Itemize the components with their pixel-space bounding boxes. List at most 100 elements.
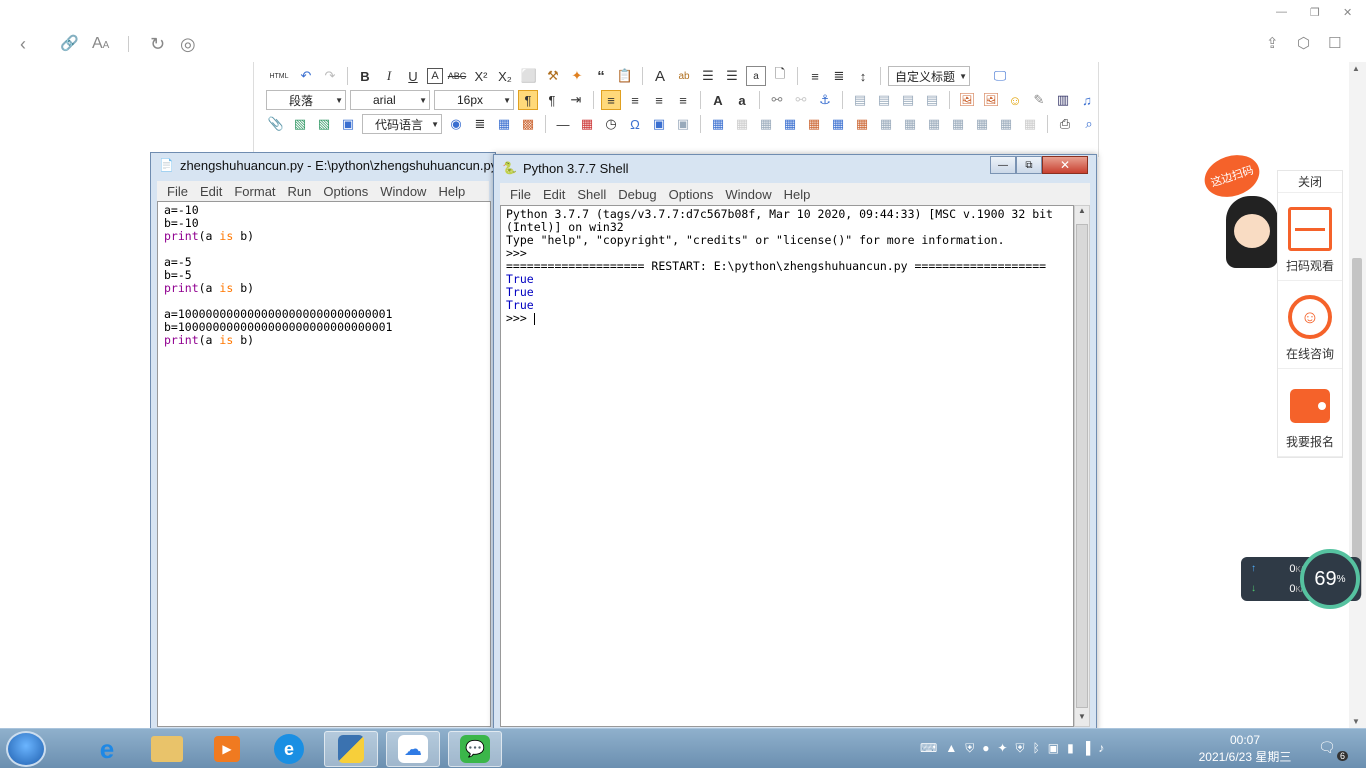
split-cells-icon[interactable]: ▦: [948, 114, 968, 134]
uppercase-icon[interactable]: A: [708, 90, 728, 110]
attachment-icon[interactable]: 📎: [266, 114, 286, 134]
html-source-button[interactable]: HTML: [266, 66, 292, 86]
web-icon[interactable]: ◉: [446, 114, 466, 134]
iframe-icon[interactable]: ▣: [338, 114, 358, 134]
shell-minimize-button[interactable]: —: [990, 156, 1016, 174]
battery-icon[interactable]: ▮: [1067, 741, 1074, 756]
chart-icon[interactable]: ▦: [1020, 114, 1040, 134]
merge-right-icon[interactable]: ▦: [900, 114, 920, 134]
date-icon[interactable]: ▦: [577, 114, 597, 134]
menu-help[interactable]: Help: [432, 184, 471, 199]
refresh-icon[interactable]: ↻: [150, 34, 165, 54]
menu-window[interactable]: Window: [374, 184, 432, 199]
scroll-up-icon[interactable]: ▲: [1076, 206, 1088, 220]
insert-paragraph-icon[interactable]: ▦: [756, 114, 776, 134]
insert-table-icon[interactable]: ▦: [708, 114, 728, 134]
drafts-icon[interactable]: ▣: [673, 114, 693, 134]
unordered-list-icon[interactable]: ☰: [722, 66, 742, 86]
superscript-icon[interactable]: X²: [471, 66, 491, 86]
menu-options[interactable]: Options: [317, 184, 374, 199]
image-left-icon[interactable]: ▤: [850, 90, 870, 110]
font-size-select[interactable]: 16px ▼: [434, 90, 514, 110]
special-char-icon[interactable]: Ω: [625, 114, 645, 134]
wechat-taskbar-icon[interactable]: 💬: [448, 731, 502, 767]
python-taskbar-icon[interactable]: [324, 731, 378, 767]
rtl-direction-icon[interactable]: ¶: [542, 90, 562, 110]
edge-taskbar-icon[interactable]: e: [262, 731, 316, 767]
redo-icon[interactable]: ↷: [320, 66, 340, 86]
custom-title-select[interactable]: 自定义标题 ▼: [888, 66, 970, 86]
delete-table-icon[interactable]: ▦: [732, 114, 752, 134]
clock[interactable]: 00:07 2021/6/23 星期三: [1190, 732, 1300, 766]
paste-icon[interactable]: 📋: [615, 66, 635, 86]
menu-file[interactable]: File: [504, 187, 537, 202]
anchor-text-icon[interactable]: a: [746, 66, 766, 86]
scrawl-icon[interactable]: ✎: [1029, 90, 1049, 110]
time-icon[interactable]: ◷: [601, 114, 621, 134]
split-cols-icon[interactable]: ▦: [996, 114, 1016, 134]
shell-text-area[interactable]: Python 3.7.7 (tags/v3.7.7:d7c567b08f, Ma…: [500, 205, 1074, 727]
delete-row-icon[interactable]: ▦: [804, 114, 824, 134]
shell-input-line[interactable]: >>>: [506, 312, 1068, 325]
link-icon[interactable]: 🔗: [60, 34, 79, 54]
volume-icon[interactable]: ♪: [1098, 741, 1104, 756]
menu-format[interactable]: Format: [228, 184, 281, 199]
background-icon[interactable]: ▩: [518, 114, 538, 134]
underline-icon[interactable]: U: [403, 66, 423, 86]
bold-icon[interactable]: B: [355, 66, 375, 86]
strikethrough-icon[interactable]: ABC: [447, 66, 467, 86]
insert-col-icon[interactable]: ▦: [828, 114, 848, 134]
undo-icon[interactable]: ↶: [296, 66, 316, 86]
ordered-list-icon[interactable]: ☰: [698, 66, 718, 86]
preview-search-icon[interactable]: ⌕: [1079, 114, 1099, 134]
idle-editor-titlebar[interactable]: 📄 zhengshuhuancun.py - E:\python\zhengsh…: [151, 153, 495, 177]
menu-run[interactable]: Run: [282, 184, 318, 199]
ie-taskbar-icon[interactable]: e: [80, 731, 134, 767]
blockquote-icon[interactable]: “: [591, 66, 611, 86]
template-icon[interactable]: ▦: [494, 114, 514, 134]
media-player-taskbar-icon[interactable]: ▶: [200, 731, 254, 767]
page-scrollbar[interactable]: ▲ ▼: [1349, 62, 1366, 728]
split-rows-icon[interactable]: ▦: [972, 114, 992, 134]
network-icon[interactable]: ▐: [1082, 741, 1091, 756]
panel-item-scan[interactable]: 扫码观看: [1278, 193, 1342, 281]
emoji-icon[interactable]: ☺: [1005, 90, 1025, 110]
eraser-icon[interactable]: ⬜: [519, 66, 539, 86]
print-icon[interactable]: ⎙: [1055, 114, 1075, 134]
image-icon[interactable]: 🖼: [957, 90, 977, 110]
magic-wand-icon[interactable]: ✦: [567, 66, 587, 86]
page-break-icon[interactable]: ≣: [470, 114, 490, 134]
format-brush-icon[interactable]: ⚒: [543, 66, 563, 86]
merge-cells-icon[interactable]: ▦: [876, 114, 896, 134]
map-icon[interactable]: ▧: [290, 114, 310, 134]
menu-options[interactable]: Options: [663, 187, 720, 202]
scroll-up-icon[interactable]: ▲: [1352, 64, 1360, 73]
code-language-select[interactable]: 代码语言 ▼: [362, 114, 442, 134]
back-icon[interactable]: ‹: [20, 34, 26, 54]
multi-image-icon[interactable]: 🖼: [981, 90, 1001, 110]
baidu-netdisk-taskbar-icon[interactable]: ☁: [386, 731, 440, 767]
start-button[interactable]: [6, 731, 46, 767]
idle-editor-window[interactable]: 📄 zhengshuhuancun.py - E:\python\zhengsh…: [150, 152, 496, 732]
shell-restore-button[interactable]: ⧉: [1016, 156, 1042, 174]
shield-icon[interactable]: ⛨: [965, 741, 974, 756]
font-border-icon[interactable]: A: [427, 68, 443, 84]
menu-shell[interactable]: Shell: [571, 187, 612, 202]
menu-file[interactable]: File: [161, 184, 194, 199]
image-center-icon[interactable]: ▤: [922, 90, 942, 110]
idle-editor-text-area[interactable]: a=-10 b=-10 print(a is b) a=-5 b=-5 prin…: [157, 201, 491, 727]
panel-close-button[interactable]: 关闭: [1278, 171, 1342, 193]
panel-item-signup[interactable]: 我要报名: [1278, 369, 1342, 457]
align-left-icon[interactable]: ≡: [601, 90, 621, 110]
subscript-icon[interactable]: X₂: [495, 66, 515, 86]
merge-down-icon[interactable]: ▦: [924, 114, 944, 134]
scroll-down-icon[interactable]: ▼: [1076, 712, 1088, 726]
ltr-direction-icon[interactable]: ¶: [518, 90, 538, 110]
memory-usage-gauge[interactable]: 69%: [1300, 549, 1360, 609]
scroll-thumb[interactable]: [1076, 224, 1088, 708]
panel-item-consult[interactable]: ☺ 在线咨询: [1278, 281, 1342, 369]
lowercase-icon[interactable]: a: [732, 90, 752, 110]
maximize-button[interactable]: ❐: [1310, 6, 1320, 19]
bluetooth-icon[interactable]: ᛒ: [1033, 741, 1040, 756]
align-center-icon[interactable]: ≡: [625, 90, 645, 110]
